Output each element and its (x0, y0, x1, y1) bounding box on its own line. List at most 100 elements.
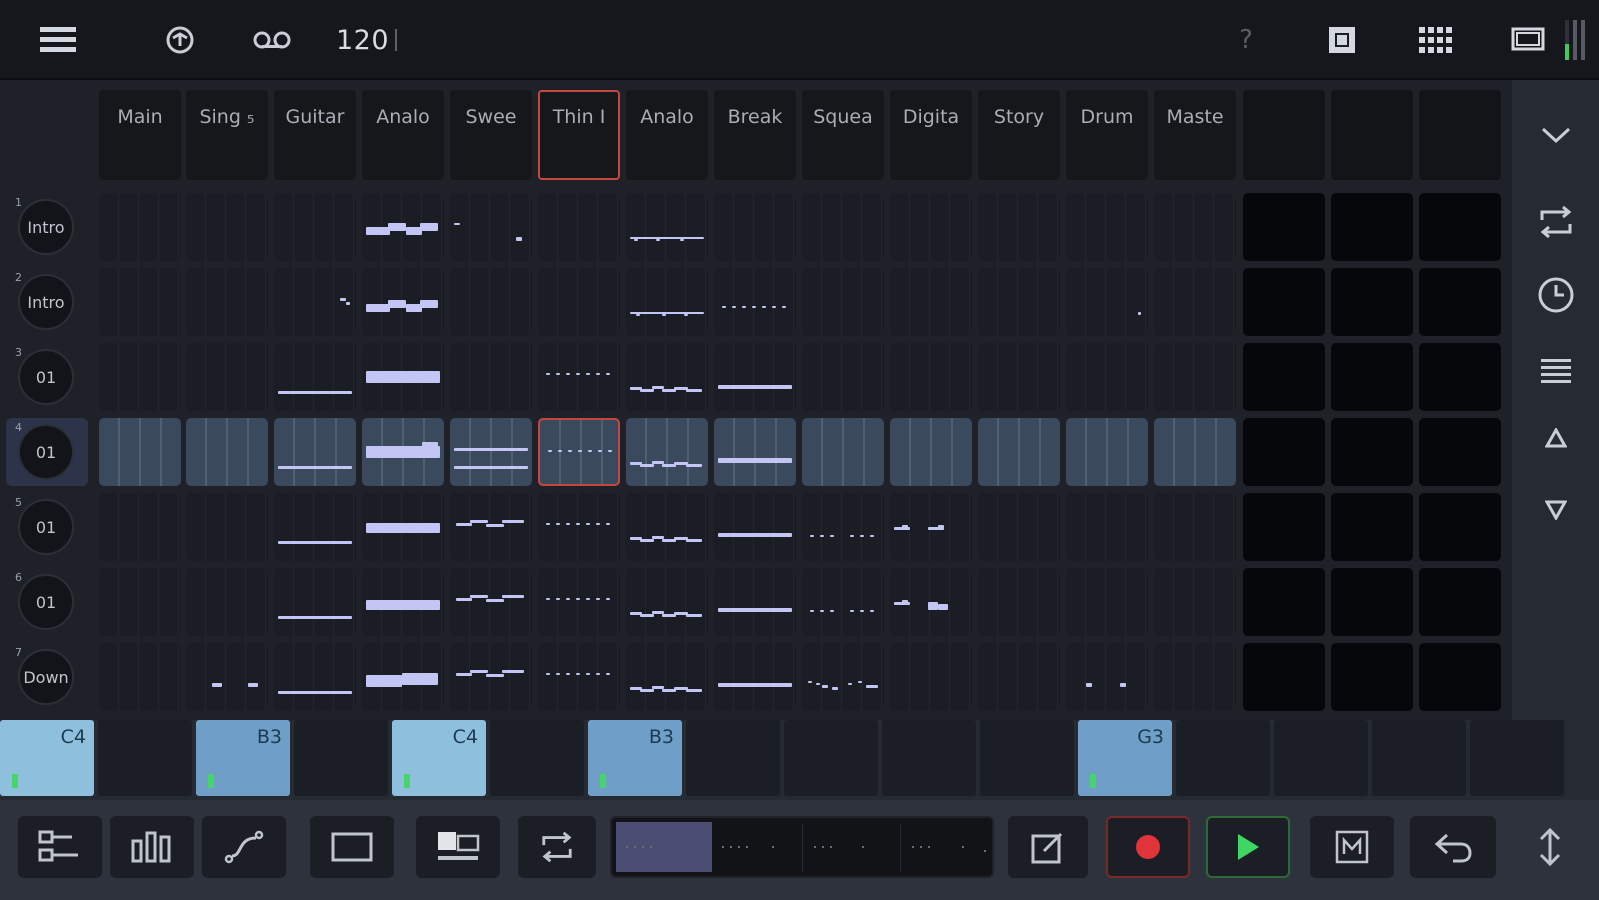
clip-cell[interactable] (99, 568, 181, 636)
track-header-empty[interactable] (1331, 90, 1413, 180)
empty-slot[interactable] (1331, 643, 1413, 711)
clip-cell[interactable] (802, 268, 884, 336)
clip-cell[interactable] (538, 418, 620, 486)
clip-cell[interactable] (538, 568, 620, 636)
clip-cell[interactable] (978, 493, 1060, 561)
m-icon[interactable] (1310, 816, 1394, 878)
loop-record-icon[interactable] (250, 18, 294, 62)
clip-cell[interactable] (1154, 268, 1236, 336)
clip-cell[interactable] (714, 418, 796, 486)
clip-cell[interactable] (99, 493, 181, 561)
chevron-down-icon[interactable] (1512, 110, 1599, 160)
clip-cell[interactable] (1154, 643, 1236, 711)
clip-cell[interactable] (99, 343, 181, 411)
clip-cell[interactable] (626, 193, 708, 261)
clip-cell[interactable] (714, 343, 796, 411)
scene-button[interactable]: 4 01 (6, 418, 88, 486)
track-header[interactable]: Thin I (538, 90, 620, 180)
grid-icon[interactable] (1414, 18, 1458, 62)
triangle-down-icon[interactable] (1512, 485, 1599, 535)
empty-slot[interactable] (1419, 568, 1501, 636)
clip-cell[interactable] (626, 568, 708, 636)
clip-cell[interactable] (186, 193, 268, 261)
clip-cell[interactable] (1154, 493, 1236, 561)
clip-cell[interactable] (450, 643, 532, 711)
empty-slot[interactable] (1243, 268, 1325, 336)
clip-cell[interactable] (274, 418, 356, 486)
note-pad[interactable] (98, 720, 192, 796)
loop-icon[interactable] (1512, 197, 1599, 247)
clip-cell[interactable] (1066, 643, 1148, 711)
clip-cell[interactable] (978, 568, 1060, 636)
clip-cell[interactable] (450, 343, 532, 411)
empty-slot[interactable] (1243, 493, 1325, 561)
track-header[interactable]: Guitar (274, 90, 356, 180)
clip-cell[interactable] (890, 343, 972, 411)
clip-cell[interactable] (274, 568, 356, 636)
clip-cell[interactable] (362, 493, 444, 561)
track-header-empty[interactable] (1419, 90, 1501, 180)
clip-cell[interactable] (186, 568, 268, 636)
clip-cell[interactable] (538, 268, 620, 336)
clip-cell[interactable] (714, 643, 796, 711)
empty-slot[interactable] (1331, 268, 1413, 336)
empty-slot[interactable] (1419, 493, 1501, 561)
clip-cell[interactable] (890, 193, 972, 261)
empty-slot[interactable] (1243, 343, 1325, 411)
clip-cell[interactable] (274, 268, 356, 336)
clip-cell[interactable] (1154, 193, 1236, 261)
clip-cell[interactable] (802, 343, 884, 411)
note-pad[interactable] (1274, 720, 1368, 796)
clip-cell[interactable] (538, 343, 620, 411)
clip-cell[interactable] (978, 643, 1060, 711)
clip-cell[interactable] (890, 418, 972, 486)
clip-cell[interactable] (1154, 343, 1236, 411)
clip-cell[interactable] (450, 568, 532, 636)
clip-cell[interactable] (99, 418, 181, 486)
clip-cell[interactable] (362, 268, 444, 336)
note-pad[interactable]: B3 (196, 720, 290, 796)
clip-cell[interactable] (274, 643, 356, 711)
note-pad[interactable] (784, 720, 878, 796)
track-header[interactable]: Analo (362, 90, 444, 180)
track-header[interactable]: Digita (890, 90, 972, 180)
note-pad[interactable] (882, 720, 976, 796)
empty-slot[interactable] (1419, 268, 1501, 336)
clip-cell[interactable] (274, 193, 356, 261)
clip-cell[interactable] (626, 343, 708, 411)
clip-cell[interactable] (978, 418, 1060, 486)
clip-cell[interactable] (186, 493, 268, 561)
timeline-overview[interactable] (610, 816, 994, 878)
clip-cell[interactable] (626, 643, 708, 711)
clip-cell[interactable] (450, 493, 532, 561)
clip-cell[interactable] (362, 568, 444, 636)
clip-cell[interactable] (274, 493, 356, 561)
clip-cell[interactable] (890, 493, 972, 561)
clip-cell[interactable] (274, 343, 356, 411)
clip-cell[interactable] (978, 193, 1060, 261)
note-pad[interactable]: G3 (1078, 720, 1172, 796)
mixer-icon[interactable] (18, 816, 102, 878)
clip-cell[interactable] (890, 643, 972, 711)
empty-slot[interactable] (1419, 193, 1501, 261)
scene-button[interactable]: 1 Intro (6, 193, 88, 261)
note-pad[interactable] (294, 720, 388, 796)
clip-cell[interactable] (538, 493, 620, 561)
metronome-icon[interactable] (158, 18, 202, 62)
note-pad[interactable]: B3 (588, 720, 682, 796)
empty-slot[interactable] (1331, 493, 1413, 561)
clip-cell[interactable] (890, 268, 972, 336)
clip-cell[interactable] (802, 493, 884, 561)
note-pad[interactable] (1470, 720, 1564, 796)
clip-cell[interactable] (626, 418, 708, 486)
empty-slot[interactable] (1243, 193, 1325, 261)
clip-cell[interactable] (626, 268, 708, 336)
clip-cell[interactable] (186, 643, 268, 711)
clip-cell[interactable] (538, 193, 620, 261)
clip-cell[interactable] (99, 268, 181, 336)
clip-cell[interactable] (714, 193, 796, 261)
clip-cell[interactable] (1066, 343, 1148, 411)
clip-cell[interactable] (450, 193, 532, 261)
empty-slot[interactable] (1331, 193, 1413, 261)
clip-cell[interactable] (362, 193, 444, 261)
